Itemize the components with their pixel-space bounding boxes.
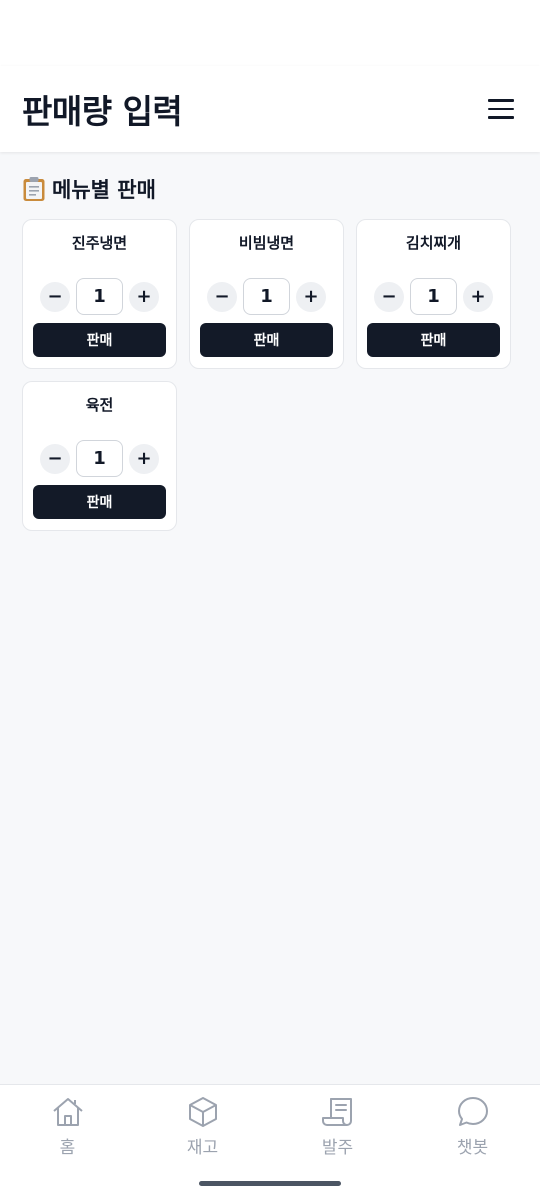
menu-name: 육전 — [85, 396, 114, 414]
increment-button[interactable]: + — [129, 443, 159, 474]
nav-item-home[interactable]: 홈 — [0, 1085, 135, 1200]
nav-label-chatbot: 챗봇 — [456, 1138, 489, 1158]
menu-name: 김치찌개 — [405, 234, 462, 252]
sell-button[interactable]: 판매 — [33, 323, 166, 357]
nav-label-order: 발주 — [321, 1138, 354, 1158]
status-bar — [0, 0, 540, 66]
menu-card: 비빔냉면 − + 판매 — [189, 219, 344, 369]
quantity-input[interactable] — [76, 278, 123, 315]
section-title: 메뉴별 판매 — [52, 178, 156, 202]
decrement-button[interactable]: − — [40, 281, 70, 312]
sell-button[interactable]: 판매 — [200, 323, 333, 357]
increment-button[interactable]: + — [129, 281, 159, 312]
receipt-icon — [321, 1098, 352, 1126]
nav-label-inventory: 재고 — [186, 1138, 219, 1158]
box-icon — [188, 1097, 217, 1127]
home-icon — [52, 1098, 83, 1126]
sell-button[interactable]: 판매 — [33, 485, 166, 519]
decrement-button[interactable]: − — [207, 281, 237, 312]
menu-card: 육전 − + 판매 — [22, 381, 177, 531]
menu-grid: 진주냉면 − + 판매 비빔냉면 − + 판매 김치찌개 − + — [22, 219, 518, 531]
nav-item-chatbot[interactable]: 챗봇 — [405, 1085, 540, 1200]
page-title: 판매량 입력 — [22, 92, 183, 131]
quantity-stepper: − + — [207, 278, 326, 315]
increment-button[interactable]: + — [463, 281, 493, 312]
quantity-input[interactable] — [76, 440, 123, 477]
quantity-input[interactable] — [243, 278, 290, 315]
nav-label-home: 홈 — [59, 1138, 76, 1158]
quantity-stepper: − + — [40, 440, 159, 477]
increment-button[interactable]: + — [296, 281, 326, 312]
home-indicator — [199, 1181, 341, 1186]
quantity-input[interactable] — [410, 278, 457, 315]
main-content: 메뉴별 판매 진주냉면 − + 판매 비빔냉면 − + 판매 김치찌개 − — [0, 152, 540, 531]
app-header: 판매량 입력 — [0, 66, 540, 152]
quantity-stepper: − + — [374, 278, 493, 315]
menu-name: 비빔냉면 — [238, 234, 295, 252]
clipboard-icon — [22, 176, 46, 202]
decrement-button[interactable]: − — [374, 281, 404, 312]
menu-name: 진주냉면 — [71, 234, 128, 252]
menu-card: 진주냉면 − + 판매 — [22, 219, 177, 369]
hamburger-icon[interactable] — [488, 94, 518, 124]
quantity-stepper: − + — [40, 278, 159, 315]
chat-bubble-icon — [457, 1097, 488, 1126]
decrement-button[interactable]: − — [40, 443, 70, 474]
menu-card: 김치찌개 − + 판매 — [356, 219, 511, 369]
sell-button[interactable]: 판매 — [367, 323, 500, 357]
section-header: 메뉴별 판매 — [22, 174, 518, 204]
